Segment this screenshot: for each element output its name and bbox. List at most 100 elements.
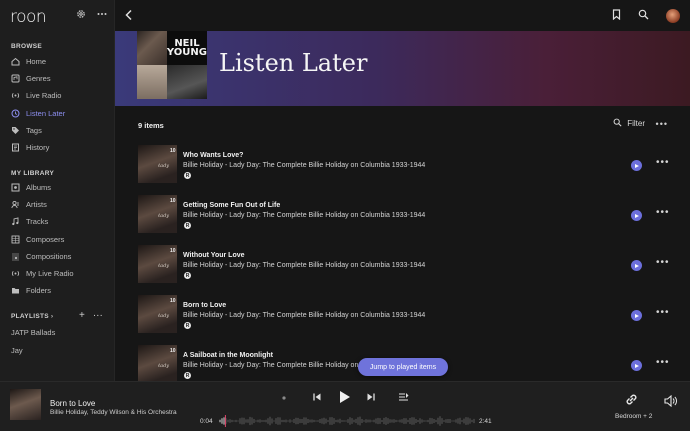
track-subtitle[interactable]: Billie Holiday - Lady Day: The Complete …: [183, 312, 425, 319]
radio-icon: [11, 269, 20, 278]
sidebar-item-tags[interactable]: Tags: [11, 122, 111, 139]
sidebar-item-live-radio[interactable]: Live Radio: [11, 87, 111, 104]
sidebar-item-label: Tracks: [26, 217, 49, 227]
play-button[interactable]: [631, 160, 642, 171]
settings-gear-icon[interactable]: [76, 9, 86, 19]
filter-button[interactable]: Filter: [613, 118, 645, 129]
zone-label[interactable]: Bedroom + 2: [615, 413, 652, 420]
playlists-title-text: PLAYLISTS: [11, 313, 49, 320]
album-script: ℓady: [158, 313, 170, 319]
bookmark-clock-icon: [11, 109, 20, 118]
next-track-icon[interactable]: [366, 392, 376, 402]
more-options-icon[interactable]: [97, 9, 107, 19]
play-button[interactable]: [631, 210, 642, 221]
top-bar: [115, 0, 690, 31]
sidebar-item-genres[interactable]: Genres: [11, 70, 111, 87]
sidebar-item-compositions[interactable]: Compositions: [11, 248, 111, 265]
track-row[interactable]: 10 ℓady Who Wants Love? Billie Holiday - …: [138, 145, 670, 183]
play-button[interactable]: [631, 310, 642, 321]
sidebar-item-listen-later[interactable]: Listen Later: [11, 105, 111, 122]
volume-icon[interactable]: [664, 394, 678, 412]
page-header: NEIL YOUNG Listen Later: [115, 31, 690, 106]
sidebar-item-artists[interactable]: Artists: [11, 196, 111, 213]
library-badge-icon: R: [184, 372, 191, 379]
search-icon[interactable]: [638, 7, 649, 25]
track-title[interactable]: A Sailboat in the Moonlight: [183, 352, 273, 359]
previous-track-icon[interactable]: [312, 392, 322, 402]
browse-nav: Home Genres Live Radio Listen Later Tags…: [11, 53, 111, 156]
playlist-more-icon[interactable]: ···: [93, 311, 103, 321]
track-row[interactable]: 10 ℓady Getting Some Fun Out of Life Bill…: [138, 195, 670, 233]
album-icon: [11, 183, 20, 192]
album-art: 10 ℓady: [138, 295, 177, 333]
album-number: 10: [170, 248, 176, 254]
jump-to-played-button[interactable]: Jump to played items: [358, 358, 448, 376]
folder-icon: [11, 286, 20, 295]
library-badge-icon: R: [184, 272, 191, 279]
sidebar-item-label: History: [26, 143, 50, 153]
track-title[interactable]: Getting Some Fun Out of Life: [183, 202, 280, 209]
track-title[interactable]: Who Wants Love?: [183, 152, 243, 159]
sidebar-item-folders[interactable]: Folders: [11, 282, 111, 299]
add-playlist-icon[interactable]: +: [79, 311, 85, 321]
link-zone-icon[interactable]: [624, 392, 639, 412]
track-title[interactable]: Born to Love: [183, 302, 226, 309]
playlists-section-title: PLAYLISTS ›: [11, 313, 53, 320]
now-playing-art[interactable]: [10, 389, 41, 420]
playlist-cover-collage: NEIL YOUNG: [137, 31, 207, 99]
chevron-right-icon[interactable]: ›: [51, 314, 53, 320]
more-options-icon[interactable]: •••: [656, 120, 668, 129]
play-button[interactable]: [631, 360, 642, 371]
more-options-icon[interactable]: •••: [656, 258, 670, 268]
sidebar-item-my-live-radio[interactable]: My Live Radio: [11, 265, 111, 282]
bookmark-icon[interactable]: [612, 7, 621, 25]
track-title[interactable]: Without Your Love: [183, 252, 245, 259]
filter-label: Filter: [627, 119, 645, 128]
sidebar-item-home[interactable]: Home: [11, 53, 111, 70]
now-playing-title[interactable]: Born to Love: [50, 399, 95, 408]
track-subtitle[interactable]: Billie Holiday - Lady Day: The Complete …: [183, 212, 425, 219]
sidebar-item-label: Folders: [26, 286, 52, 296]
playlist-item[interactable]: JATP Ballads: [11, 328, 55, 337]
back-arrow-icon[interactable]: [124, 8, 134, 26]
sidebar: roon BROWSE Home Genres Live Radio Liste…: [0, 0, 115, 381]
queue-icon[interactable]: [398, 392, 409, 402]
album-script: ℓady: [158, 363, 170, 369]
more-options-icon[interactable]: •••: [656, 308, 670, 318]
sidebar-item-label: Genres: [26, 74, 51, 84]
genres-icon: [11, 74, 20, 83]
track-subtitle[interactable]: Billie Holiday - Lady Day: The Complete …: [183, 262, 425, 269]
radio-icon: [11, 91, 20, 100]
waveform-seek-bar[interactable]: [219, 415, 475, 427]
radio-dot-icon[interactable]: [281, 395, 287, 401]
album-number: 10: [170, 348, 176, 354]
player-bar: Born to Love Billie Holiday, Teddy Wilso…: [0, 381, 690, 431]
page-title: Listen Later: [219, 49, 368, 77]
sidebar-item-label: Composers: [26, 234, 65, 244]
more-options-icon[interactable]: •••: [656, 158, 670, 168]
now-playing-artist[interactable]: Billie Holiday, Teddy Wilson & His Orche…: [50, 409, 177, 416]
album-script: ℓady: [158, 213, 170, 219]
avatar[interactable]: [666, 9, 680, 23]
sidebar-item-label: Live Radio: [26, 91, 62, 101]
more-options-icon[interactable]: •••: [656, 208, 670, 218]
transport-controls: [281, 390, 409, 406]
track-row[interactable]: 10 ℓady Born to Love Billie Holiday - Lad…: [138, 295, 670, 333]
elapsed-time: 0:04: [200, 418, 213, 425]
track-row[interactable]: 10 ℓady Without Your Love Billie Holiday …: [138, 245, 670, 283]
sidebar-item-history[interactable]: History: [11, 139, 111, 156]
play-button[interactable]: [631, 260, 642, 271]
album-art-thumb: [137, 65, 167, 99]
composition-icon: [11, 252, 20, 261]
sidebar-item-label: Home: [26, 57, 47, 67]
play-icon[interactable]: [338, 390, 351, 404]
sidebar-item-albums[interactable]: Albums: [11, 179, 111, 196]
sidebar-item-tracks[interactable]: Tracks: [11, 213, 111, 230]
sidebar-item-composers[interactable]: Composers: [11, 231, 111, 248]
playlist-item[interactable]: Jay: [11, 346, 23, 355]
more-options-icon[interactable]: •••: [656, 358, 670, 368]
album-number: 10: [170, 148, 176, 154]
track-subtitle[interactable]: Billie Holiday - Lady Day: The Complete …: [183, 162, 425, 169]
history-icon: [11, 143, 20, 152]
browse-section-title: BROWSE: [11, 43, 43, 50]
